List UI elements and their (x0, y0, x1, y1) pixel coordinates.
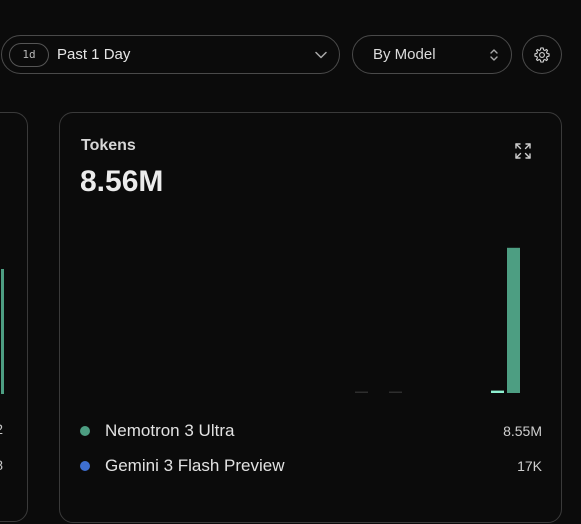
chart-bar (507, 247, 520, 393)
group-by-label: By Model (373, 46, 436, 63)
chart-bar (355, 391, 368, 393)
analytics-panel: 1d Past 1 Day By Model 2 8 Tokens 8.56M (0, 0, 581, 524)
left-card-value: 2 (0, 421, 3, 437)
range-badge: 1d (9, 42, 49, 67)
tokens-card: Tokens 8.56M Nemotron 3 Ultra 8.55M Gemi… (59, 112, 562, 523)
legend-item: Nemotron 3 Ultra 8.55M (80, 420, 542, 442)
legend-dot (80, 461, 90, 471)
range-label: Past 1 Day (57, 46, 131, 63)
time-range-select[interactable]: 1d Past 1 Day (1, 35, 340, 74)
chevron-down-icon (315, 51, 327, 58)
chevron-up-down-icon (490, 48, 498, 61)
settings-button[interactable] (522, 35, 562, 74)
legend-name: Nemotron 3 Ultra (105, 421, 235, 440)
gear-icon (534, 46, 550, 63)
group-by-select[interactable]: By Model (352, 35, 512, 74)
chart-bar (389, 391, 402, 393)
tokens-bar-chart (355, 247, 520, 393)
legend-item: Gemini 3 Flash Preview 17K (80, 455, 542, 477)
previous-metric-card: 2 8 (0, 112, 28, 522)
legend-dot (80, 426, 90, 436)
left-card-bar (1, 269, 4, 394)
legend-value: 8.55M (503, 423, 542, 439)
legend-value: 17K (517, 458, 542, 474)
chart-bar (491, 390, 504, 393)
left-card-value: 8 (0, 457, 3, 473)
legend-name: Gemini 3 Flash Preview (105, 456, 285, 475)
